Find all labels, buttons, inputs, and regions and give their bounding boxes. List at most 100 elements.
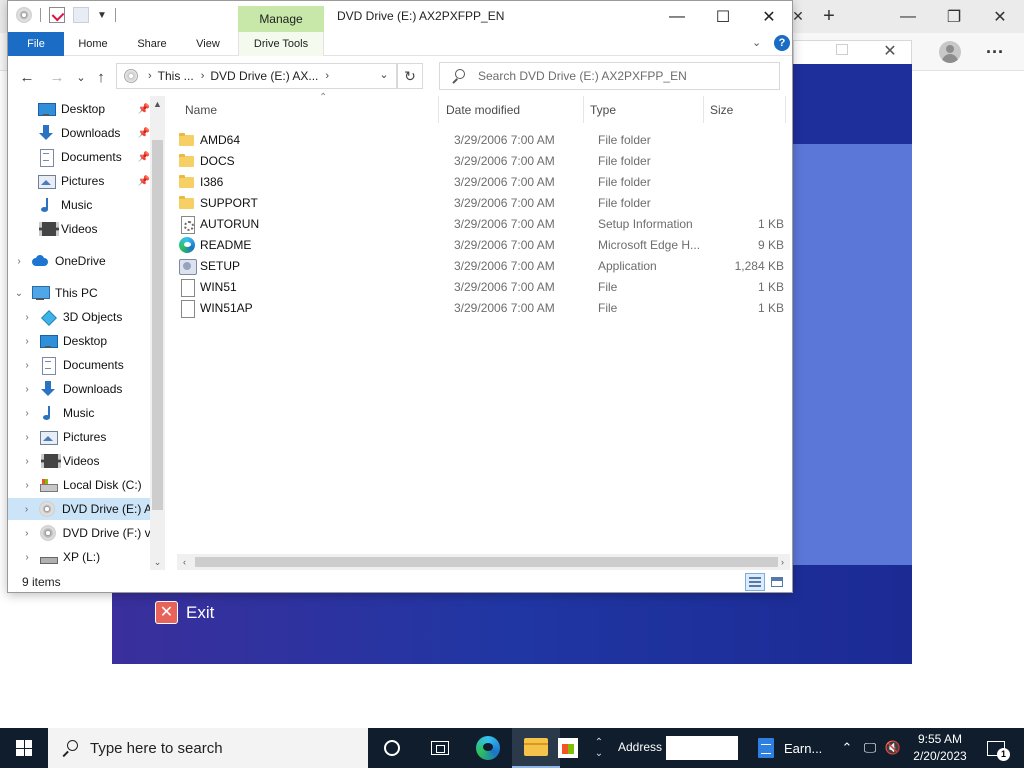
recent-locations-icon[interactable]: ⌄ bbox=[70, 66, 92, 88]
navigation-scrollbar[interactable]: ▲ ⌄ bbox=[150, 96, 165, 570]
scrollbar-thumb[interactable] bbox=[195, 557, 778, 567]
file-row-win51ap[interactable]: WIN51AP 3/29/2006 7:00 AM File 1 KB bbox=[179, 297, 787, 318]
taskbar-search-box[interactable]: Type here to search bbox=[48, 728, 368, 768]
collapse-chevron-icon[interactable]: ⌄ bbox=[14, 288, 24, 299]
start-button[interactable] bbox=[0, 728, 48, 768]
large-icons-view-button[interactable] bbox=[767, 573, 787, 591]
scroll-left-icon[interactable]: ‹ bbox=[177, 554, 192, 570]
sidebar-item-local-disk[interactable]: › Local Disk (C:) bbox=[8, 474, 150, 496]
setup-maximize-icon[interactable] bbox=[836, 44, 848, 55]
expand-chevron-icon[interactable]: › bbox=[22, 480, 32, 491]
breadcrumb-dvd-drive[interactable]: DVD Drive (E:) AX... bbox=[210, 69, 318, 83]
breadcrumb-chevron-icon[interactable]: › bbox=[201, 70, 205, 82]
browser-new-tab-icon[interactable]: + bbox=[814, 0, 844, 33]
expand-chevron-icon[interactable]: › bbox=[14, 256, 24, 267]
scroll-right-icon[interactable]: › bbox=[775, 554, 790, 570]
search-input[interactable] bbox=[478, 69, 768, 83]
expand-chevron-icon[interactable]: › bbox=[22, 504, 31, 515]
file-row-readme[interactable]: README 3/29/2006 7:00 AM Microsoft Edge … bbox=[179, 234, 787, 255]
sidebar-item-xp-drive[interactable]: › XP (L:) bbox=[8, 546, 150, 568]
sidebar-item-pc-pictures[interactable]: › Pictures bbox=[8, 426, 150, 448]
manage-contextual-tab[interactable]: Manage bbox=[238, 6, 324, 32]
clock[interactable]: 9:55 AM 2/20/2023 bbox=[908, 731, 972, 765]
up-button[interactable]: ↑ bbox=[90, 66, 112, 88]
expand-chevron-icon[interactable]: › bbox=[22, 552, 32, 563]
sidebar-item-dvd-drive-e[interactable]: › DVD Drive (E:) AX bbox=[8, 498, 150, 520]
scroll-up-icon[interactable]: ▲ bbox=[150, 96, 165, 112]
show-hidden-icons-chevron-icon[interactable]: ⌃ bbox=[838, 728, 856, 768]
exit-button[interactable]: ✕ Exit bbox=[155, 601, 214, 624]
address-toolbar-input[interactable] bbox=[666, 736, 738, 760]
column-header-name[interactable]: Name ⌃ bbox=[179, 92, 439, 123]
tab-share[interactable]: Share bbox=[128, 32, 176, 56]
expand-chevron-icon[interactable]: › bbox=[22, 432, 32, 443]
customize-qat-icon[interactable]: ▼ bbox=[97, 10, 107, 21]
address-history-dropdown-icon[interactable]: ⌄ bbox=[376, 68, 392, 81]
sidebar-item-this-pc[interactable]: ⌄ This PC bbox=[8, 282, 150, 304]
expand-chevron-icon[interactable]: › bbox=[22, 384, 32, 395]
file-row-support[interactable]: SUPPORT 3/29/2006 7:00 AM File folder bbox=[179, 192, 787, 213]
properties-icon[interactable] bbox=[49, 7, 65, 23]
expand-chevron-icon[interactable]: › bbox=[22, 336, 32, 347]
refresh-button[interactable]: ↻ bbox=[397, 63, 423, 89]
file-row-autorun[interactable]: AUTORUN 3/29/2006 7:00 AM Setup Informat… bbox=[179, 213, 787, 234]
help-icon[interactable]: ? bbox=[774, 35, 790, 51]
browser-restore-icon[interactable]: ❐ bbox=[931, 0, 977, 33]
sidebar-item-onedrive[interactable]: › OneDrive bbox=[8, 250, 150, 272]
notification-center-button[interactable]: 1 bbox=[980, 728, 1012, 768]
maximize-icon[interactable]: ☐ bbox=[700, 1, 746, 32]
sidebar-item-pictures[interactable]: Pictures 📌 bbox=[8, 170, 150, 192]
sidebar-item-pc-downloads[interactable]: › Downloads bbox=[8, 378, 150, 400]
address-bar[interactable]: › This ... › DVD Drive (E:) AX... › ⌄ bbox=[116, 63, 397, 89]
file-row-win51[interactable]: WIN51 3/29/2006 7:00 AM File 1 KB bbox=[179, 276, 787, 297]
profile-avatar-icon[interactable] bbox=[939, 41, 961, 63]
new-folder-icon[interactable] bbox=[73, 7, 89, 23]
sidebar-item-3d-objects[interactable]: › 3D Objects bbox=[8, 306, 150, 328]
expand-chevron-icon[interactable]: › bbox=[22, 408, 32, 419]
tab-view[interactable]: View bbox=[186, 32, 230, 56]
network-icon[interactable]: 🖵 bbox=[860, 728, 880, 768]
file-row-amd64[interactable]: AMD64 3/29/2006 7:00 AM File folder bbox=[179, 129, 787, 150]
file-row-setup[interactable]: SETUP 3/29/2006 7:00 AM Application 1,28… bbox=[179, 255, 787, 276]
expand-ribbon-icon[interactable]: ⌄ bbox=[752, 36, 761, 49]
expand-chevron-icon[interactable]: › bbox=[22, 360, 32, 371]
taskbar-edge-button[interactable] bbox=[464, 728, 512, 768]
sidebar-item-dvd-drive-f[interactable]: › DVD Drive (F:) vi bbox=[8, 522, 150, 544]
breadcrumb-this-pc[interactable]: This ... bbox=[158, 69, 194, 83]
expand-chevron-icon[interactable]: › bbox=[22, 528, 32, 539]
expand-chevron-icon[interactable]: › bbox=[22, 456, 32, 467]
taskbar-document-button[interactable]: Earn... bbox=[752, 728, 834, 768]
file-list-horizontal-scrollbar[interactable]: ‹ › bbox=[177, 554, 790, 570]
browser-more-icon[interactable]: ··· bbox=[980, 41, 1010, 63]
toolbar-scroll-icon[interactable]: ⌃ ⌄ bbox=[592, 728, 606, 768]
browser-minimize-icon[interactable]: — bbox=[885, 0, 931, 33]
expand-chevron-icon[interactable]: › bbox=[22, 312, 32, 323]
taskbar-store-button[interactable] bbox=[544, 728, 592, 768]
scroll-down-icon[interactable]: ⌄ bbox=[150, 554, 165, 570]
sidebar-item-videos[interactable]: Videos bbox=[8, 218, 150, 240]
task-view-button[interactable] bbox=[416, 728, 464, 768]
column-header-type[interactable]: Type bbox=[584, 96, 704, 123]
minimize-icon[interactable]: — bbox=[654, 1, 700, 32]
sidebar-item-pc-documents[interactable]: › Documents bbox=[8, 354, 150, 376]
tab-drive-tools[interactable]: Drive Tools bbox=[238, 32, 324, 56]
browser-close-icon[interactable]: ✕ bbox=[977, 0, 1023, 33]
column-header-date[interactable]: Date modified bbox=[440, 96, 584, 123]
sidebar-item-pc-desktop[interactable]: › Desktop bbox=[8, 330, 150, 352]
sidebar-item-pc-music[interactable]: › Music bbox=[8, 402, 150, 424]
close-icon[interactable]: ✕ bbox=[746, 1, 792, 32]
setup-close-icon[interactable]: ✕ bbox=[878, 40, 902, 62]
forward-button[interactable]: → bbox=[46, 66, 68, 88]
details-view-button[interactable] bbox=[745, 573, 765, 591]
back-button[interactable]: ← bbox=[16, 66, 38, 88]
volume-muted-icon[interactable]: 🔇 bbox=[882, 728, 904, 768]
sidebar-item-desktop[interactable]: Desktop 📌 bbox=[8, 98, 150, 120]
column-header-size[interactable]: Size bbox=[704, 96, 786, 123]
sidebar-item-pc-videos[interactable]: › Videos bbox=[8, 450, 150, 472]
breadcrumb-chevron-icon[interactable]: › bbox=[148, 70, 152, 82]
tab-home[interactable]: Home bbox=[70, 32, 116, 56]
search-box[interactable] bbox=[439, 62, 780, 90]
tab-file[interactable]: File bbox=[8, 32, 64, 56]
sidebar-item-documents[interactable]: Documents 📌 bbox=[8, 146, 150, 168]
file-row-i386[interactable]: I386 3/29/2006 7:00 AM File folder bbox=[179, 171, 787, 192]
